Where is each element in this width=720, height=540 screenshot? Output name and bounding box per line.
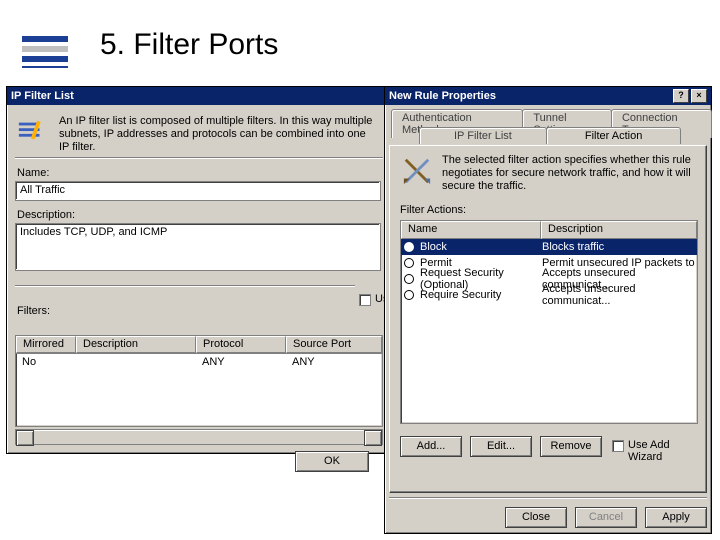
col-protocol[interactable]: Protocol xyxy=(196,336,286,353)
window-title: New Rule Properties xyxy=(389,87,496,105)
filter-list-icon xyxy=(17,117,47,147)
tab-filter-action[interactable]: Filter Action xyxy=(546,127,681,144)
ip-filter-list-dialog: IP Filter List An IP filter list is comp… xyxy=(6,86,390,454)
edit-button[interactable]: Edit... xyxy=(470,436,532,457)
col-source-port[interactable]: Source Port xyxy=(286,336,382,353)
slide-stripe xyxy=(22,46,68,52)
slide-stripe xyxy=(22,56,68,62)
cell-description xyxy=(76,354,196,370)
filter-actions-listview[interactable]: Name Description BlockBlocks trafficPerm… xyxy=(400,220,698,424)
intro-text: The selected filter action specifies whe… xyxy=(442,154,697,193)
filter-action-icon xyxy=(402,156,432,186)
separator xyxy=(15,157,383,159)
table-row[interactable]: No ANY ANY xyxy=(16,354,382,370)
radio-icon[interactable] xyxy=(404,242,414,252)
filter-action-name: Request Security (Optional) xyxy=(418,267,542,291)
column-headers[interactable]: Mirrored Description Protocol Source Por… xyxy=(16,336,382,354)
slide-title: 5. Filter Ports xyxy=(100,28,278,62)
filters-label: Filters: xyxy=(17,305,50,317)
add-button[interactable]: Add... xyxy=(400,436,462,457)
cancel-button[interactable]: Cancel xyxy=(575,507,637,528)
separator xyxy=(15,285,355,287)
remove-button[interactable]: Remove xyxy=(540,436,602,457)
window-title: IP Filter List xyxy=(11,87,74,105)
apply-button[interactable]: Apply xyxy=(645,507,707,528)
list-item[interactable]: BlockBlocks traffic xyxy=(401,239,697,255)
filter-action-tab-page: The selected filter action specifies whe… xyxy=(389,145,707,493)
help-button[interactable]: ? xyxy=(673,89,689,103)
col-mirrored[interactable]: Mirrored xyxy=(16,336,76,353)
tab-ip-filter-list[interactable]: IP Filter List xyxy=(419,127,547,144)
col-name[interactable]: Name xyxy=(401,221,541,239)
slide-stripe xyxy=(22,66,68,68)
close-button-dialog[interactable]: Close xyxy=(505,507,567,528)
description-input[interactable]: Includes TCP, UDP, and ICMP xyxy=(15,223,381,271)
intro-text: An IP filter list is composed of multipl… xyxy=(59,115,379,154)
name-label: Name: xyxy=(17,167,49,179)
cell-source-port: ANY xyxy=(286,354,382,370)
radio-icon[interactable] xyxy=(404,274,414,284)
filter-action-description: Blocks traffic xyxy=(542,241,697,253)
use-add-wizard-checkbox[interactable] xyxy=(612,440,624,452)
cell-mirrored: No xyxy=(16,354,76,370)
filter-action-description: Accepts unsecured communicat... xyxy=(542,283,697,307)
radio-icon[interactable] xyxy=(404,258,414,268)
col-desc[interactable]: Description xyxy=(541,221,697,239)
column-headers[interactable]: Name Description xyxy=(401,221,697,239)
list-item[interactable]: Require SecurityAccepts unsecured commun… xyxy=(401,287,697,303)
radio-icon[interactable] xyxy=(404,290,414,300)
titlebar[interactable]: New Rule Properties ? × xyxy=(385,87,711,105)
filter-action-name: Require Security xyxy=(418,289,542,301)
description-label: Description: xyxy=(17,209,75,221)
filter-actions-label: Filter Actions: xyxy=(400,204,466,216)
ok-button[interactable]: OK xyxy=(295,451,369,472)
horizontal-scrollbar[interactable] xyxy=(15,429,383,445)
titlebar[interactable]: IP Filter List xyxy=(7,87,389,105)
new-rule-properties-dialog: New Rule Properties ? × Authentication M… xyxy=(384,86,712,534)
separator xyxy=(389,497,707,499)
use-add-wizard-label: Use Add Wizard xyxy=(628,439,706,463)
filter-action-name: Block xyxy=(418,241,542,253)
cell-protocol: ANY xyxy=(196,354,286,370)
slide-stripe xyxy=(22,36,68,42)
name-input[interactable]: All Traffic xyxy=(15,181,381,201)
col-description[interactable]: Description xyxy=(76,336,196,353)
close-button[interactable]: × xyxy=(691,89,707,103)
use-add-wizard-checkbox[interactable] xyxy=(359,294,371,306)
filters-listview[interactable]: Mirrored Description Protocol Source Por… xyxy=(15,335,383,427)
